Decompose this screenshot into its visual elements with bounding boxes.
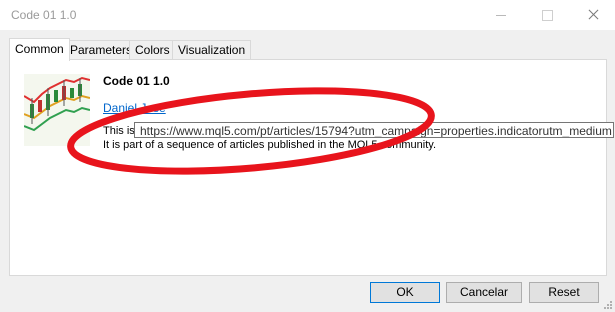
description-line-1: This is <box>103 125 135 137</box>
title-bar: Code 01 1.0 <box>0 0 615 30</box>
maximize-icon[interactable] <box>524 0 570 30</box>
indicator-icon <box>24 74 90 146</box>
tab-visualization[interactable]: Visualization <box>172 40 252 60</box>
close-icon[interactable] <box>570 0 615 30</box>
author-link[interactable]: Daniel Jose <box>103 101 166 115</box>
url-tooltip: https://www.mql5.com/pt/articles/15794?u… <box>134 122 614 138</box>
ok-button[interactable]: OK <box>370 282 440 303</box>
minimize-icon[interactable] <box>478 0 524 30</box>
tab-parameters[interactable]: Parameters <box>64 40 139 60</box>
cancel-button[interactable]: Cancelar <box>446 282 522 303</box>
tab-common[interactable]: Common <box>9 38 70 61</box>
description-line-2: It is part of a sequence of articles pub… <box>103 139 437 151</box>
window-title: Code 01 1.0 <box>11 8 77 22</box>
reset-button[interactable]: Reset <box>529 282 599 303</box>
resize-grip-icon[interactable] <box>603 300 613 310</box>
common-tab-panel <box>9 59 607 276</box>
tab-colors[interactable]: Colors <box>129 40 176 60</box>
indicator-name: Code 01 1.0 <box>103 74 170 88</box>
